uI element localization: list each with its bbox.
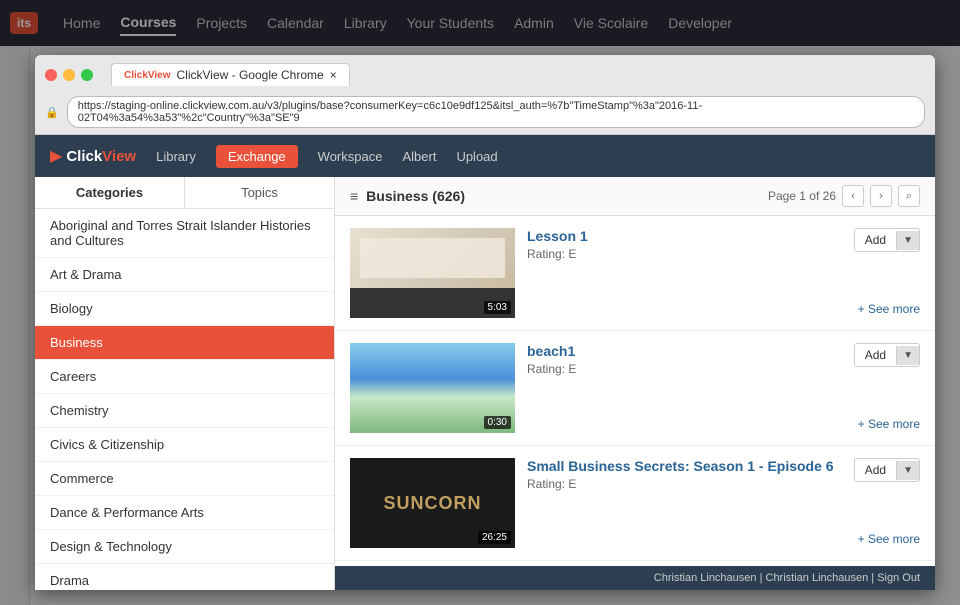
- video-duration-3: 26:25: [478, 531, 511, 544]
- video-info-2: beach1 Rating: E: [527, 343, 842, 376]
- video-title-3[interactable]: Small Business Secrets: Season 1 - Episo…: [527, 458, 842, 474]
- browser-close-button[interactable]: [45, 69, 57, 81]
- browser-minimize-button[interactable]: [63, 69, 75, 81]
- cv-category-item[interactable]: Commerce: [35, 462, 334, 496]
- cv-category-chemistry[interactable]: Chemistry: [35, 394, 334, 428]
- cv-nav-exchange[interactable]: Exchange: [216, 145, 298, 168]
- cv-bottom-bar: Christian Linchausen | Christian Linchau…: [335, 566, 935, 590]
- video-rating-2: Rating: E: [527, 362, 842, 376]
- video-thumbnail-1[interactable]: 5:03: [350, 228, 515, 318]
- see-more-3[interactable]: + See more: [858, 532, 920, 546]
- browser-tab-close-icon[interactable]: ×: [330, 68, 337, 82]
- cv-nav-upload[interactable]: Upload: [456, 149, 497, 164]
- ssl-lock-icon: 🔒: [45, 106, 59, 119]
- browser-tab-label: ClickView - Google Chrome: [177, 68, 324, 82]
- hamburger-icon[interactable]: ≡: [350, 188, 358, 204]
- footer-user-info: Christian Linchausen | Christian Linchau…: [654, 572, 920, 584]
- clickview-app: ▶ ClickView Library Exchange Workspace A…: [35, 135, 935, 590]
- cv-content-title: Business (626): [366, 188, 768, 204]
- browser-title-bar: ClickView ClickView - Google Chrome ×: [35, 55, 935, 92]
- cv-logo-triangle-icon: ▶: [50, 146, 62, 166]
- pagination-text: Page 1 of 26: [768, 189, 836, 203]
- video-title-1[interactable]: Lesson 1: [527, 228, 842, 244]
- browser-chrome: ClickView ClickView - Google Chrome × 🔒 …: [35, 55, 935, 135]
- video-duration-1: 5:03: [484, 301, 511, 314]
- video-actions-3: Add ▼ + See more: [854, 458, 920, 546]
- cv-pagination: Page 1 of 26 ‹ › ⌕: [768, 185, 920, 207]
- video-item-3: SUNCORN 26:25 Small Business Secrets: Se…: [335, 446, 935, 561]
- cv-video-list: 5:03 Lesson 1 Rating: E Add ▼ + See more: [335, 216, 935, 566]
- cv-category-item[interactable]: Careers: [35, 360, 334, 394]
- add-label: Add: [855, 229, 896, 251]
- cv-category-item[interactable]: Art & Drama: [35, 258, 334, 292]
- add-button-2[interactable]: Add ▼: [854, 343, 920, 367]
- video-item-2: 0:30 beach1 Rating: E Add ▼ + See more: [335, 331, 935, 446]
- add-label: Add: [855, 459, 896, 481]
- cv-logo: ▶ ClickView: [50, 146, 136, 166]
- cv-content-header: ≡ Business (626) Page 1 of 26 ‹ › ⌕: [335, 177, 935, 216]
- cv-category-item[interactable]: Drama: [35, 564, 334, 590]
- video-rating-3: Rating: E: [527, 477, 842, 491]
- video-thumbnail-2[interactable]: 0:30: [350, 343, 515, 433]
- cv-sidebar: Categories Topics Aboriginal and Torres …: [35, 177, 335, 590]
- video-rating-1: Rating: E: [527, 247, 842, 261]
- cv-category-item[interactable]: Biology: [35, 292, 334, 326]
- browser-window: ClickView ClickView - Google Chrome × 🔒 …: [35, 55, 935, 590]
- cv-category-item[interactable]: Civics & Citizenship: [35, 428, 334, 462]
- video-actions-2: Add ▼ + See more: [854, 343, 920, 431]
- video-thumbnail-3[interactable]: SUNCORN 26:25: [350, 458, 515, 548]
- browser-address-bar: 🔒 https://staging-online.clickview.com.a…: [35, 92, 935, 134]
- add-label: Add: [855, 344, 896, 366]
- video-actions-1: Add ▼ + See more: [854, 228, 920, 316]
- add-dropdown-icon[interactable]: ▼: [896, 461, 919, 480]
- cv-logo-text: ClickView: [66, 148, 136, 165]
- cv-sidebar-tabs: Categories Topics: [35, 177, 334, 209]
- see-more-1[interactable]: + See more: [858, 302, 920, 316]
- window-controls: [45, 69, 93, 81]
- browser-tab[interactable]: ClickView ClickView - Google Chrome ×: [111, 63, 350, 86]
- add-dropdown-icon[interactable]: ▼: [896, 231, 919, 250]
- cv-tab-topics[interactable]: Topics: [185, 177, 334, 208]
- add-button-1[interactable]: Add ▼: [854, 228, 920, 252]
- add-button-3[interactable]: Add ▼: [854, 458, 920, 482]
- cv-tab-categories[interactable]: Categories: [35, 177, 185, 208]
- cv-header: ▶ ClickView Library Exchange Workspace A…: [35, 135, 935, 177]
- cv-nav-library[interactable]: Library: [156, 149, 196, 164]
- cv-nav-workspace[interactable]: Workspace: [318, 149, 383, 164]
- see-more-2[interactable]: + See more: [858, 417, 920, 431]
- browser-maximize-button[interactable]: [81, 69, 93, 81]
- cv-category-item[interactable]: Design & Technology: [35, 530, 334, 564]
- cv-body: Categories Topics Aboriginal and Torres …: [35, 177, 935, 590]
- video-title-2[interactable]: beach1: [527, 343, 842, 359]
- search-button[interactable]: ⌕: [898, 185, 920, 207]
- cv-category-item[interactable]: Aboriginal and Torres Strait Islander Hi…: [35, 209, 334, 258]
- browser-tab-favicon: ClickView: [124, 70, 171, 81]
- cv-main: ≡ Business (626) Page 1 of 26 ‹ › ⌕: [335, 177, 935, 590]
- address-input[interactable]: https://staging-online.clickview.com.au/…: [67, 96, 925, 128]
- add-dropdown-icon[interactable]: ▼: [896, 346, 919, 365]
- video-item-1: 5:03 Lesson 1 Rating: E Add ▼ + See more: [335, 216, 935, 331]
- video-info-1: Lesson 1 Rating: E: [527, 228, 842, 261]
- video-info-3: Small Business Secrets: Season 1 - Episo…: [527, 458, 842, 491]
- cv-nav-albert[interactable]: Albert: [402, 149, 436, 164]
- cv-category-business[interactable]: Business: [35, 326, 334, 360]
- prev-page-button[interactable]: ‹: [842, 185, 864, 207]
- cv-category-list: Aboriginal and Torres Strait Islander Hi…: [35, 209, 334, 590]
- cv-category-dance-performance-arts[interactable]: Dance & Performance Arts: [35, 496, 334, 530]
- next-page-button[interactable]: ›: [870, 185, 892, 207]
- video-duration-2: 0:30: [484, 416, 511, 429]
